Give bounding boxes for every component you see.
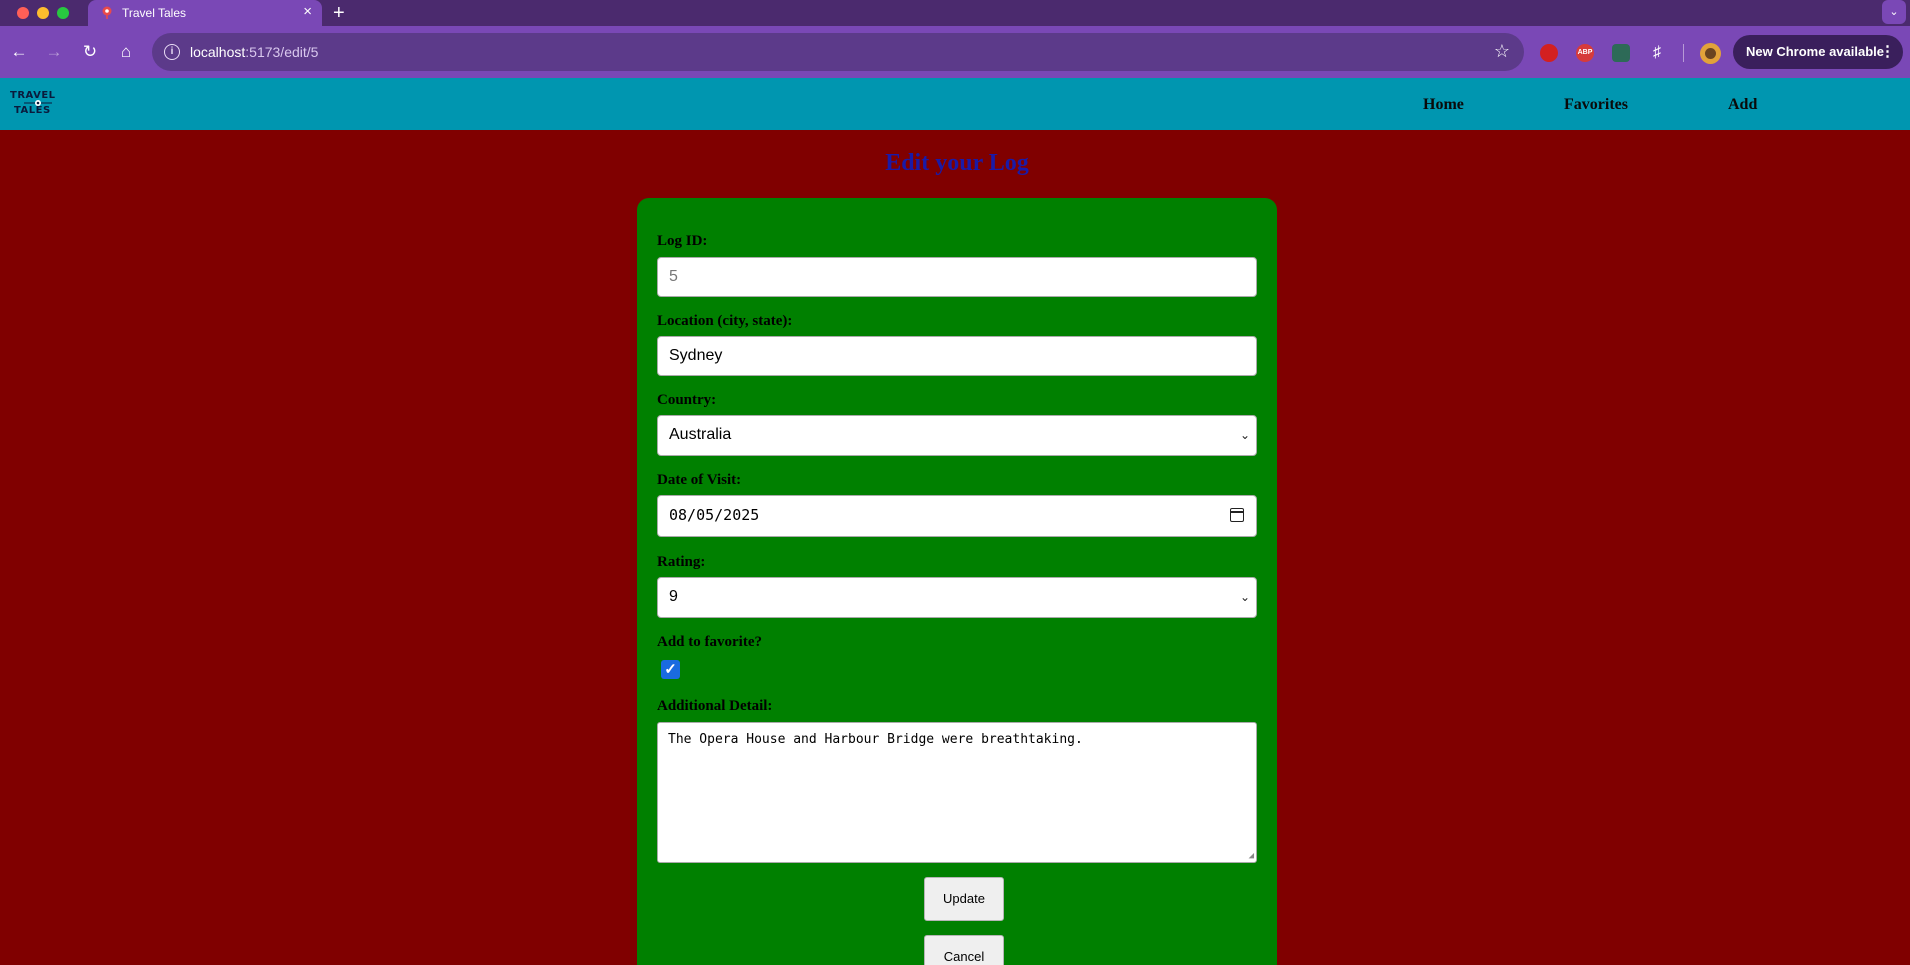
window-close-button[interactable] (17, 7, 29, 19)
pin-icon (102, 6, 112, 19)
travel-tales-logo[interactable]: TRAVEL TALES (9, 90, 67, 120)
forward-arrow-icon[interactable]: → (41, 39, 67, 65)
date-label: Date of Visit: (657, 472, 742, 488)
url-text[interactable]: localhost:5173/edit/5 (190, 44, 318, 60)
country-select[interactable]: Australia ⌄ (657, 415, 1257, 456)
rating-label: Rating: (657, 554, 706, 570)
resize-handle-icon[interactable]: ◢ (1249, 851, 1254, 861)
airplane-icon (24, 100, 52, 106)
pdf-extension-icon[interactable] (1612, 44, 1630, 62)
nav-link-favorites[interactable]: Favorites (1564, 96, 1628, 114)
rating-select[interactable]: 9 ⌄ (657, 577, 1257, 618)
nav-link-add[interactable]: Add (1728, 96, 1757, 114)
site-info-icon[interactable]: i (164, 44, 180, 60)
country-label: Country: (657, 392, 717, 408)
detail-label: Additional Detail: (657, 698, 773, 714)
new-tab-button[interactable]: + (333, 2, 345, 24)
chrome-update-button[interactable]: New Chrome available ⋮ (1733, 35, 1903, 69)
tab-search-chevron-icon[interactable]: ⌄ (1882, 0, 1906, 24)
address-bar[interactable]: i localhost:5173/edit/5 ☆ (152, 33, 1524, 71)
chevron-down-icon: ⌄ (1239, 428, 1250, 442)
update-button[interactable]: Update (924, 877, 1004, 921)
bookmark-star-icon[interactable]: ☆ (1494, 41, 1510, 62)
home-icon[interactable]: ⌂ (113, 39, 139, 65)
cancel-button[interactable]: Cancel (924, 935, 1004, 965)
extensions-puzzle-icon[interactable]: ♯ (1648, 44, 1666, 62)
favorite-label: Add to favorite? (657, 634, 762, 650)
log-id-field: 5 (657, 257, 1257, 297)
toolbar-divider (1683, 44, 1684, 62)
stop-hand-extension-icon[interactable] (1540, 44, 1558, 62)
profile-avatar[interactable] (1700, 43, 1721, 64)
calendar-icon[interactable] (1230, 508, 1244, 522)
log-id-label: Log ID: (657, 233, 708, 249)
favorite-checkbox[interactable]: ✓ (661, 660, 680, 679)
location-label: Location (city, state): (657, 313, 793, 329)
nav-link-home[interactable]: Home (1423, 96, 1464, 114)
location-input[interactable]: Sydney (657, 336, 1257, 376)
window-zoom-button[interactable] (57, 7, 69, 19)
more-menu-icon[interactable]: ⋮ (1880, 35, 1895, 69)
close-icon[interactable]: × (303, 4, 312, 20)
page-title: Edit your Log (885, 150, 1029, 176)
back-arrow-icon[interactable]: ← (6, 39, 32, 65)
browser-tab[interactable]: Travel Tales × (88, 0, 322, 26)
reload-icon[interactable]: ↻ (77, 39, 103, 65)
browser-tab-strip: Travel Tales × + ⌄ (0, 0, 1910, 26)
chevron-down-icon: ⌄ (1239, 590, 1250, 604)
window-minimize-button[interactable] (37, 7, 49, 19)
adblock-extension-icon[interactable]: ABP (1576, 44, 1594, 62)
checkmark-icon: ✓ (664, 661, 677, 678)
browser-toolbar: ← → ↻ ⌂ i localhost:5173/edit/5 ☆ ABP ♯ … (0, 26, 1910, 78)
tab-title: Travel Tales (122, 6, 187, 20)
date-input[interactable]: 08/05/2025 (657, 495, 1257, 537)
detail-textarea[interactable]: The Opera House and Harbour Bridge were … (657, 722, 1257, 863)
